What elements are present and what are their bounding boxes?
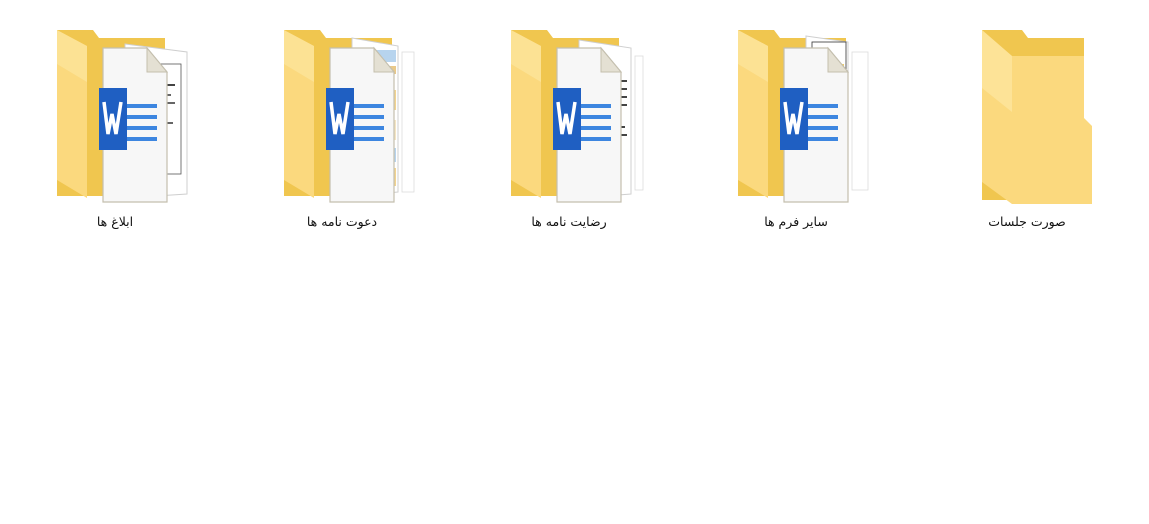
folder-word-documents-icon	[511, 30, 644, 203]
folder-item-eblagh-ha[interactable]: ابلاغ ها	[35, 22, 195, 242]
folder-word-documents-icon	[738, 30, 869, 203]
folder-item-soorat-jalasat[interactable]: صورت جلسات	[947, 22, 1107, 242]
folder-label: دعوت نامه ها	[306, 214, 378, 229]
folder-icon	[982, 30, 1092, 204]
folder-label: ابلاغ ها	[96, 214, 134, 229]
folder-label: رضایت نامه ها	[531, 214, 607, 229]
folder-item-rezayat-nameh-ha[interactable]: رضایت نامه ها	[489, 22, 649, 242]
folder-label: سایر فرم ها	[764, 214, 828, 229]
folder-word-documents-icon	[57, 30, 188, 203]
folder-word-documents-icon	[284, 30, 415, 203]
file-explorer-icon-grid: ابلاغ ها دعوت نامه ها رضایت نامه ها سایر…	[0, 0, 1149, 524]
folder-label: صورت جلسات	[988, 214, 1066, 229]
folder-item-davat-nameh-ha[interactable]: دعوت نامه ها	[262, 22, 422, 242]
folder-item-sayer-form-ha[interactable]: سایر فرم ها	[716, 22, 876, 242]
